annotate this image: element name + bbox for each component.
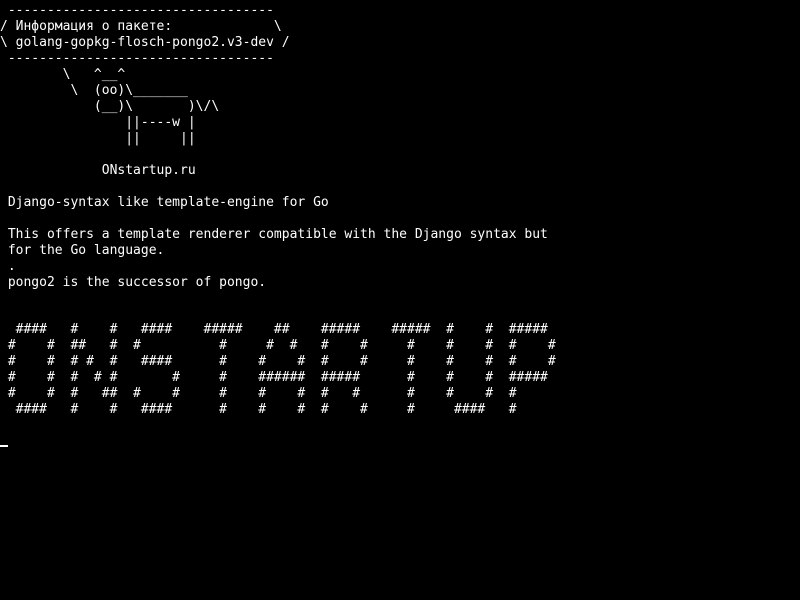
- description-line-2: for the Go language.: [0, 243, 165, 258]
- short-description: Django-syntax like template-engine for G…: [0, 195, 329, 210]
- text-cursor: [0, 445, 8, 447]
- cow-art-line-1: \ ^__^: [0, 67, 126, 82]
- banner-bottom-border: ----------------------------------: [0, 51, 274, 66]
- banner-top-border: ----------------------------------: [0, 3, 274, 18]
- banner-package-name-line: \ golang-gopkg-flosch-pongo2.v3-dev /: [0, 35, 290, 50]
- cow-art-line-4: ||----w |: [0, 115, 196, 130]
- terminal-screen[interactable]: ---------------------------------- / Инф…: [0, 0, 800, 600]
- description-line-1: This offers a template renderer compatib…: [0, 227, 548, 242]
- site-name: ONstartup.ru: [0, 163, 196, 178]
- cow-art-line-5: || ||: [0, 131, 196, 146]
- description-line-4: pongo2 is the successor of pongo.: [0, 275, 267, 290]
- banner-title-line: / Информация о пакете: \: [0, 19, 282, 34]
- cow-art-line-3: (__)\ )\/\: [0, 99, 220, 114]
- ascii-art-line-2: # # ## # # # # # # # # # # # #: [0, 338, 556, 353]
- description-line-3: .: [0, 259, 16, 274]
- ascii-art-line-4: # # # # # # # ###### ##### # # # #####: [0, 370, 548, 385]
- ascii-art-line-1: #### # # #### ##### ## ##### ##### # # #…: [0, 322, 548, 337]
- ascii-art-line-5: # # # ## # # # # # # # # # # #: [0, 386, 517, 401]
- ascii-art-line-6: #### # # #### # # # # # # #### #: [0, 402, 517, 417]
- cow-art-line-2: \ (oo)\_______: [0, 83, 188, 98]
- ascii-art-line-3: # # # # # #### # # # # # # # # # #: [0, 354, 556, 369]
